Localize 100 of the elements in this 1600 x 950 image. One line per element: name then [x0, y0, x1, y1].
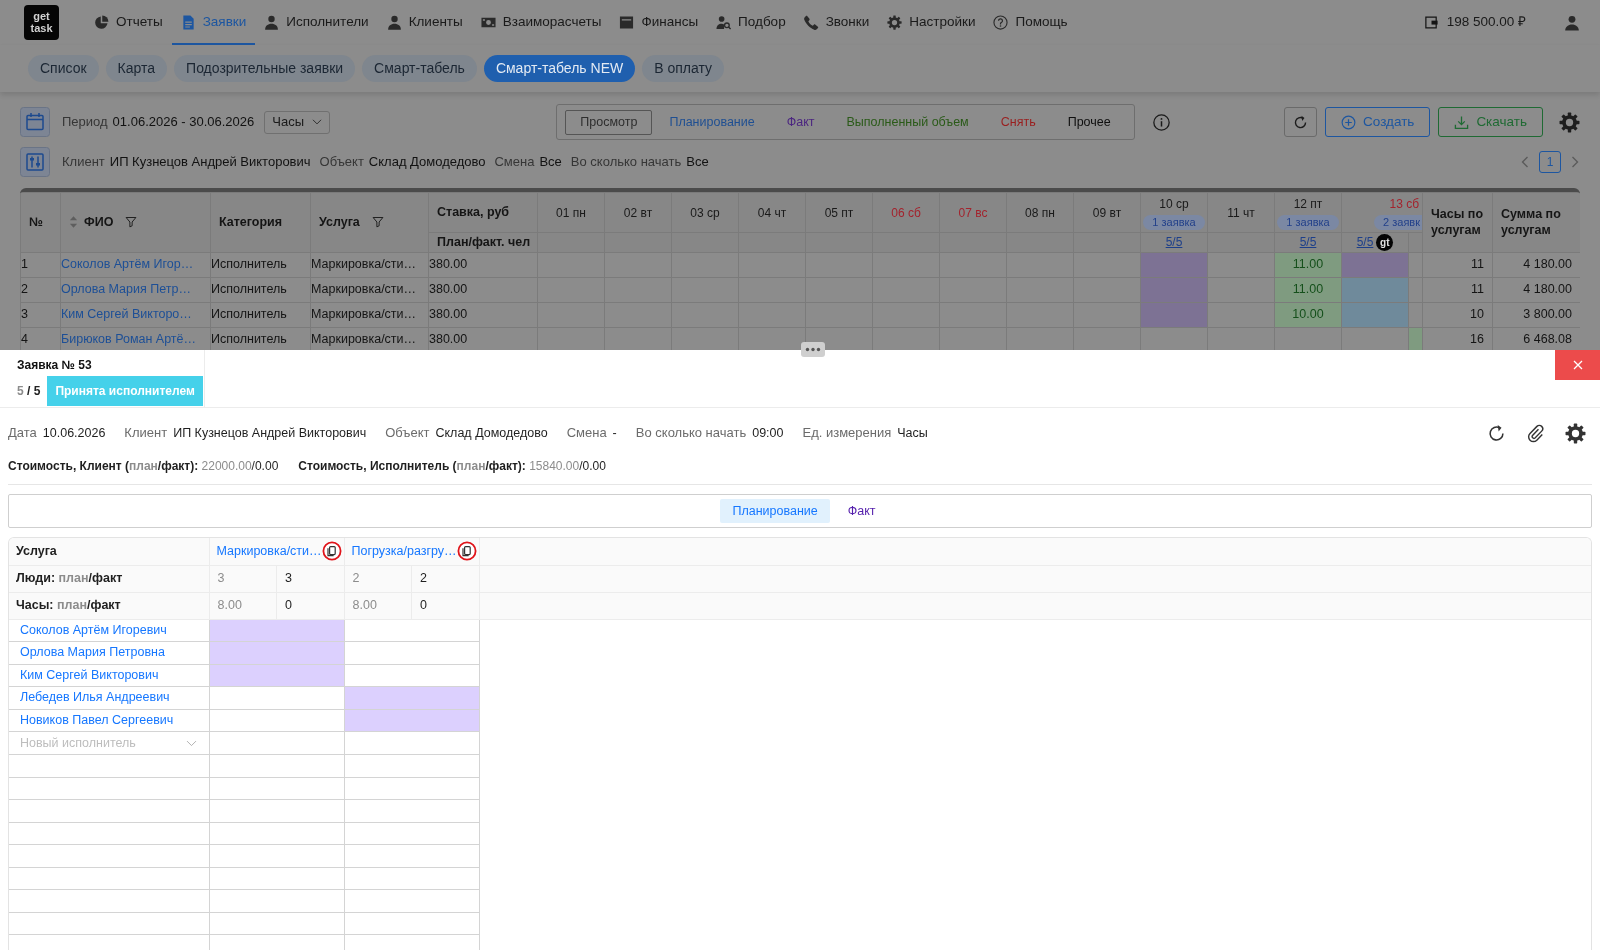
info-icon[interactable]: [1152, 113, 1170, 131]
mode-tab[interactable]: Прочее: [1052, 109, 1126, 135]
assignment-cell[interactable]: [209, 619, 344, 642]
mode-tab[interactable]: Снять: [985, 109, 1051, 135]
view-tab[interactable]: Планирование: [720, 499, 830, 523]
worker-link[interactable]: Ким Сергей Викторович: [9, 667, 159, 682]
logo[interactable]: get task: [24, 5, 59, 40]
nav-tab[interactable]: Исполнители: [255, 0, 378, 45]
nav-tab[interactable]: Настройки: [878, 0, 985, 45]
day-header: 08 пн: [1025, 204, 1055, 222]
assignment-cell[interactable]: [344, 641, 480, 664]
category-text: Исполнитель: [211, 307, 287, 322]
assignment-cell[interactable]: [209, 686, 344, 709]
user-icon[interactable]: [1564, 14, 1580, 31]
worker-link[interactable]: Лебедев Илья Андреевич: [9, 690, 170, 705]
mode-tab[interactable]: Факт: [771, 109, 830, 135]
chevron-right-icon[interactable]: [1570, 156, 1580, 168]
progress-count: 5 / 5: [17, 383, 41, 400]
category-text: Исполнитель: [211, 332, 287, 347]
view-pill[interactable]: В оплату: [642, 55, 724, 82]
chevron-left-icon[interactable]: [1520, 156, 1530, 168]
column-header: Часы по услугам: [1430, 206, 1485, 239]
worker-link[interactable]: Новиков Павел Сергеевич: [9, 712, 174, 727]
worker-select[interactable]: Новый исполнитель: [20, 733, 186, 753]
category-text: Исполнитель: [211, 282, 287, 297]
assignment-cell[interactable]: [344, 686, 480, 709]
day-header: 05 пт: [824, 204, 854, 222]
unit-select[interactable]: Часы: [264, 110, 331, 134]
day-header: 02 вт: [623, 204, 653, 222]
mode-tab[interactable]: Просмотр: [565, 109, 653, 135]
view-pill[interactable]: Карта: [105, 55, 168, 82]
balance-amount: 198 500.00 ₽: [1446, 13, 1526, 32]
nav-tab[interactable]: Помощь: [984, 0, 1077, 45]
refresh-button[interactable]: [1284, 107, 1318, 137]
person-icon: [386, 15, 402, 30]
request-title: Заявка № 53: [17, 357, 93, 374]
view-pill[interactable]: Смарт-табель: [362, 55, 477, 82]
banknote-icon: [480, 15, 496, 30]
nav-tab[interactable]: Заявки: [171, 0, 256, 45]
assignment-cell[interactable]: [344, 664, 480, 687]
nav-tab[interactable]: Финансы: [610, 0, 708, 45]
refresh-icon[interactable]: [1487, 423, 1506, 443]
nav-tab[interactable]: Подбор: [707, 0, 795, 45]
day-header: 01 пн: [556, 204, 586, 222]
copy-icon[interactable]: [321, 541, 342, 562]
filter-icon[interactable]: [125, 216, 138, 229]
worker-link[interactable]: Орлова Мария Петровна: [9, 645, 165, 660]
view-pill[interactable]: Подозрительные заявки: [174, 55, 356, 82]
close-icon: [1572, 360, 1583, 370]
settings-icon: [887, 15, 903, 30]
assignment-cell[interactable]: [209, 709, 344, 732]
mode-tab[interactable]: Планирование: [654, 109, 770, 135]
request-link[interactable]: 5/5: [1356, 233, 1374, 252]
view-pill[interactable]: Смарт-табель NEW: [483, 55, 636, 82]
settings-icon[interactable]: [1559, 111, 1580, 133]
fact-value: 3: [284, 571, 292, 586]
column-header: План/факт. чел: [437, 234, 531, 251]
worker-link[interactable]: Соколов Артём Игоревич: [9, 622, 167, 637]
request-count-badge: 1 заявка: [1143, 215, 1205, 230]
pie-chart-icon: [94, 15, 109, 30]
nav-tab[interactable]: Клиенты: [377, 0, 472, 45]
help-icon: [993, 15, 1009, 30]
service-text: Маркировка/сти…: [311, 307, 417, 322]
assignment-cell[interactable]: [344, 619, 480, 642]
field-label: Смена: [494, 153, 535, 172]
assignment-cell[interactable]: [209, 641, 344, 664]
phone-icon: [803, 15, 819, 30]
rate-value: 380.00: [429, 307, 468, 322]
plan-value: 8.00: [216, 598, 242, 613]
sort-icon[interactable]: [69, 215, 78, 230]
calendar-icon[interactable]: [20, 107, 50, 137]
field-label: Клиент: [62, 153, 105, 172]
day-header: 11 чт: [1227, 204, 1255, 222]
column-header: №: [29, 214, 43, 231]
copy-icon[interactable]: [456, 541, 477, 562]
plan-value: 3: [216, 571, 225, 586]
page-button[interactable]: 1: [1539, 151, 1561, 173]
filter-icon[interactable]: [371, 216, 384, 229]
nav-tab[interactable]: Отчеты: [85, 0, 172, 45]
nav-tab[interactable]: Звонки: [794, 0, 879, 45]
view-tab[interactable]: Факт: [835, 499, 888, 523]
create-button[interactable]: Создать: [1325, 107, 1431, 137]
person-icon: [264, 15, 280, 30]
row-label: Люди: план/факт: [15, 571, 123, 586]
settings-icon[interactable]: [1565, 422, 1586, 444]
person-search-icon: [716, 15, 732, 30]
row-label: Услуга: [15, 543, 57, 558]
paperclip-icon[interactable]: [1526, 423, 1545, 443]
field-label: Объект: [385, 424, 430, 443]
ledger-icon: [619, 15, 635, 30]
hours-value: 11: [1471, 282, 1484, 297]
view-pill[interactable]: Список: [28, 55, 99, 82]
mode-tab[interactable]: Выполненный объем: [831, 109, 984, 135]
assignment-cell[interactable]: [209, 664, 344, 687]
nav-tab[interactable]: Взаиморасчеты: [471, 0, 611, 45]
drag-handle-icon[interactable]: [801, 342, 825, 357]
initials-badge: gt: [1376, 233, 1394, 251]
assignment-cell[interactable]: [344, 709, 480, 732]
close-button[interactable]: [1555, 350, 1600, 380]
sliders-icon[interactable]: [20, 147, 50, 177]
